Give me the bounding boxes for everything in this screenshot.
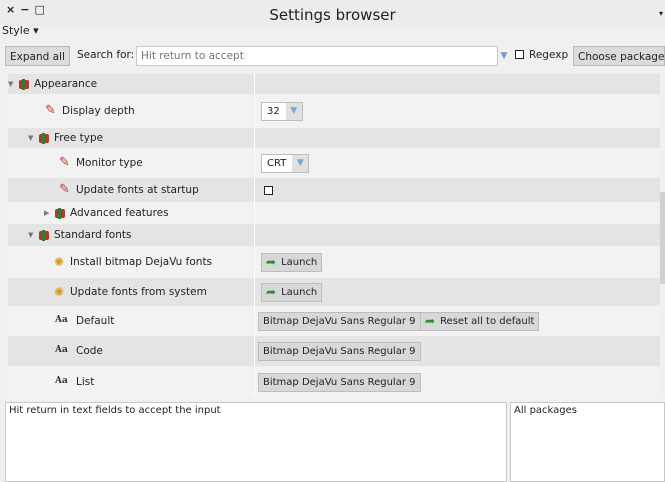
display-depth-select[interactable]: 32 ▼ [261,101,303,121]
font-button[interactable]: Bitmap DejaVu Sans Regular 9 [258,341,421,361]
tree-label: Standard fonts [54,229,132,241]
launch-arrow-icon: ➦ [266,255,277,269]
tree-label: Advanced features [70,207,169,219]
vertical-scrollbar[interactable] [660,74,665,398]
expand-triangle-icon[interactable]: ▼ [28,134,34,142]
select-value: CRT [267,157,287,169]
launch-button[interactable]: ➦ Launch [261,252,323,272]
font-icon: Aa [55,345,68,355]
regexp-checkbox[interactable] [515,50,524,59]
search-label: Search for: [77,49,135,61]
settings-group-icon [54,207,66,219]
setting-brush-icon: ✎ [45,103,56,118]
window-menu-arrow-icon[interactable]: ▾ [659,9,663,18]
tree-label: Code [76,345,103,357]
regexp-toggle[interactable]: Regexp [515,49,568,61]
packages-pane[interactable]: All packages [510,402,665,482]
font-icon: Aa [55,315,68,325]
packages-list-item[interactable]: All packages [514,405,577,416]
tree-label: Appearance [34,78,98,90]
regexp-label: Regexp [529,49,569,61]
expand-triangle-icon[interactable]: ▼ [8,80,14,88]
launch-arrow-icon: ➦ [266,285,277,299]
tree-row[interactable]: ✺ Install bitmap DejaVu fonts ➦ Launch [8,246,660,278]
tree-label: Display depth [62,105,135,117]
tree-row[interactable]: ✺ Update fonts from system ➦ Launch [8,278,660,306]
tree-label: Update fonts at startup [76,184,199,196]
tree-row[interactable]: ✎ Monitor type CRT ▼ [8,148,660,178]
help-text: Hit return in text fields to accept the … [9,405,221,416]
tree-label: Install bitmap DejaVu fonts [70,256,213,268]
launch-button[interactable]: ➦ Launch [261,282,323,302]
search-input[interactable] [137,47,485,65]
chevron-down-icon[interactable]: ▼ [292,154,309,172]
tree-label: Monitor type [76,157,143,169]
help-text-pane[interactable]: Hit return in text fields to accept the … [5,402,507,482]
search-history-dropdown-icon[interactable]: ▼ [497,47,511,65]
scrollbar-thumb[interactable] [660,192,665,284]
font-button[interactable]: Bitmap DejaVu Sans Regular 9 [258,372,421,392]
tree-row[interactable]: ▼ Standard fonts [8,224,660,246]
choose-packages-button[interactable]: Choose packages [573,46,665,66]
button-label: Reset all to default [440,315,535,327]
font-button[interactable]: Bitmap DejaVu Sans Regular 9 [258,311,421,331]
expand-triangle-icon[interactable]: ▼ [28,231,34,239]
expand-all-button[interactable]: Expand all [5,46,70,66]
tree-row[interactable]: ▼ Appearance [8,74,660,94]
setting-brush-icon: ✎ [59,155,70,170]
title-bar: × − □ Settings browser ▾ [0,0,665,26]
tree-label: Free type [54,132,104,144]
select-value: 32 [267,105,280,117]
style-menu[interactable]: Style ▾ [2,24,39,37]
column-divider [254,74,255,398]
tree-row[interactable]: Aa List Bitmap DejaVu Sans Regular 9 [8,366,660,398]
tree-row[interactable]: ✎ Display depth 32 ▼ [8,94,660,128]
button-label: Launch [281,256,318,268]
tree-label: Update fonts from system [70,286,207,298]
tree-label: Default [76,315,115,327]
tree-label: List [76,376,95,388]
chevron-down-icon[interactable]: ▼ [285,102,302,120]
tree-row[interactable]: Aa Default Bitmap DejaVu Sans Regular 9 ➦… [8,306,660,336]
tree-row[interactable]: Aa Code Bitmap DejaVu Sans Regular 9 [8,336,660,366]
search-field[interactable] [136,46,498,66]
setting-brush-icon: ✎ [59,182,70,197]
reset-arrow-icon: ➦ [425,314,436,328]
settings-group-icon [38,229,50,241]
collapsed-triangle-icon[interactable]: ▶ [44,209,50,217]
settings-group-icon [18,78,30,90]
update-fonts-checkbox[interactable] [264,185,273,195]
reset-all-button[interactable]: ➦ Reset all to default [420,311,540,331]
settings-tree[interactable]: ▼ Appearance ✎ Display depth 32 ▼ ▼ Free typ… [8,74,660,398]
gear-icon: ✺ [54,285,65,299]
tree-row[interactable]: ✎ Update fonts at startup [8,178,660,202]
monitor-type-select[interactable]: CRT ▼ [261,153,310,173]
tree-row[interactable]: ▼ Free type [8,128,660,148]
gear-icon: ✺ [54,255,65,269]
tree-row[interactable]: ▶ Advanced features [8,202,660,224]
window-title: Settings browser [269,6,396,24]
font-icon: Aa [55,376,68,386]
settings-group-icon [38,132,50,144]
button-label: Launch [281,286,318,298]
